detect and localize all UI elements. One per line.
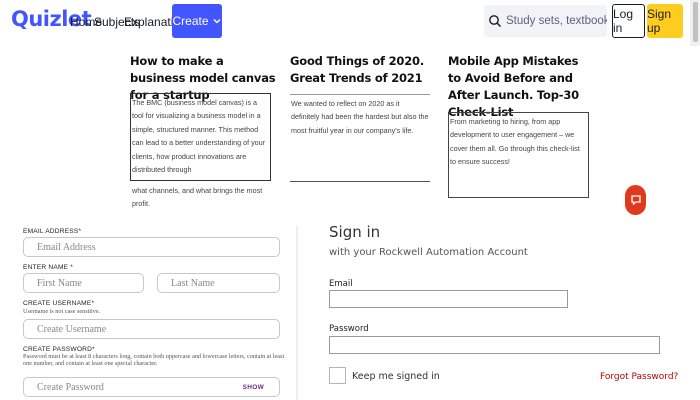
article-card[interactable]: Good Things of 2020. Great Trends of 202… xyxy=(290,53,442,87)
signin-subtitle: with your Rockwell Automation Account xyxy=(329,247,528,258)
registration-form: EMAIL ADDRESS* Email Address ENTER NAME … xyxy=(0,222,296,400)
signin-email-label: Email xyxy=(329,279,353,289)
chevron-down-icon xyxy=(213,19,221,24)
create-button-label: Create xyxy=(172,14,209,28)
last-name-field[interactable]: Last Name xyxy=(157,273,280,293)
search-icon xyxy=(489,15,502,28)
article-card[interactable]: Mobile App Mistakes to Avoid Before and … xyxy=(448,53,588,121)
username-label: CREATE USERNAME* xyxy=(23,300,95,307)
keep-signed-in-label[interactable]: Keep me signed in xyxy=(352,371,440,382)
password-hint: Password must be at least 8 characters l… xyxy=(23,353,285,367)
password-placeholder: Create Password xyxy=(37,381,104,393)
show-password-button[interactable]: SHOW xyxy=(243,384,264,391)
username-placeholder: Create Username xyxy=(37,323,107,335)
password-field[interactable]: Create Password SHOW xyxy=(23,377,280,397)
chat-button[interactable] xyxy=(625,185,646,215)
keep-signed-in-checkbox[interactable] xyxy=(329,367,346,384)
signup-button[interactable]: Sign up xyxy=(647,4,683,38)
last-name-placeholder: Last Name xyxy=(171,277,215,289)
top-nav: Quizlet Home Subjects Explanations Creat… xyxy=(0,0,700,46)
signin-email-input[interactable] xyxy=(329,290,568,308)
forgot-password-link[interactable]: Forgot Password? xyxy=(600,372,678,382)
first-name-field[interactable]: First Name xyxy=(23,273,144,293)
article-excerpt-overflow: what channels, and what brings the most … xyxy=(132,186,263,209)
panel-divider xyxy=(296,226,298,400)
article-excerpt: From marketing to hiring, from app devel… xyxy=(448,112,589,198)
chat-bubble-icon xyxy=(630,195,641,206)
password-label: CREATE PASSWORD* xyxy=(23,346,95,353)
scrollbar-thumb[interactable] xyxy=(693,2,698,42)
username-hint: Username is not case sensitive. xyxy=(23,308,101,315)
signin-password-label: Password xyxy=(329,324,369,334)
email-placeholder: Email Address xyxy=(37,241,96,253)
name-label: ENTER NAME * xyxy=(23,264,74,271)
signin-password-input[interactable] xyxy=(329,336,660,354)
email-field[interactable]: Email Address xyxy=(23,237,280,257)
signin-title: Sign in xyxy=(329,223,381,241)
article-excerpt: The BMC (business model canvas) is a too… xyxy=(130,93,271,208)
email-label: EMAIL ADDRESS* xyxy=(23,228,82,235)
article-excerpt-text: The BMC (business model canvas) is a too… xyxy=(132,98,266,175)
article-title[interactable]: Good Things of 2020. Great Trends of 202… xyxy=(290,53,442,87)
search-input[interactable]: Study sets, textbooks, ... xyxy=(484,5,607,37)
article-excerpt: We wanted to reflect on 2020 as it defin… xyxy=(290,94,430,182)
first-name-placeholder: First Name xyxy=(37,277,82,289)
article-title[interactable]: Mobile App Mistakes to Avoid Before and … xyxy=(448,53,588,121)
scrollbar[interactable] xyxy=(690,0,700,46)
login-button[interactable]: Log in xyxy=(612,4,645,38)
create-button[interactable]: Create xyxy=(172,4,222,38)
search-placeholder: Study sets, textbooks, ... xyxy=(506,15,607,27)
username-field[interactable]: Create Username xyxy=(23,319,280,339)
